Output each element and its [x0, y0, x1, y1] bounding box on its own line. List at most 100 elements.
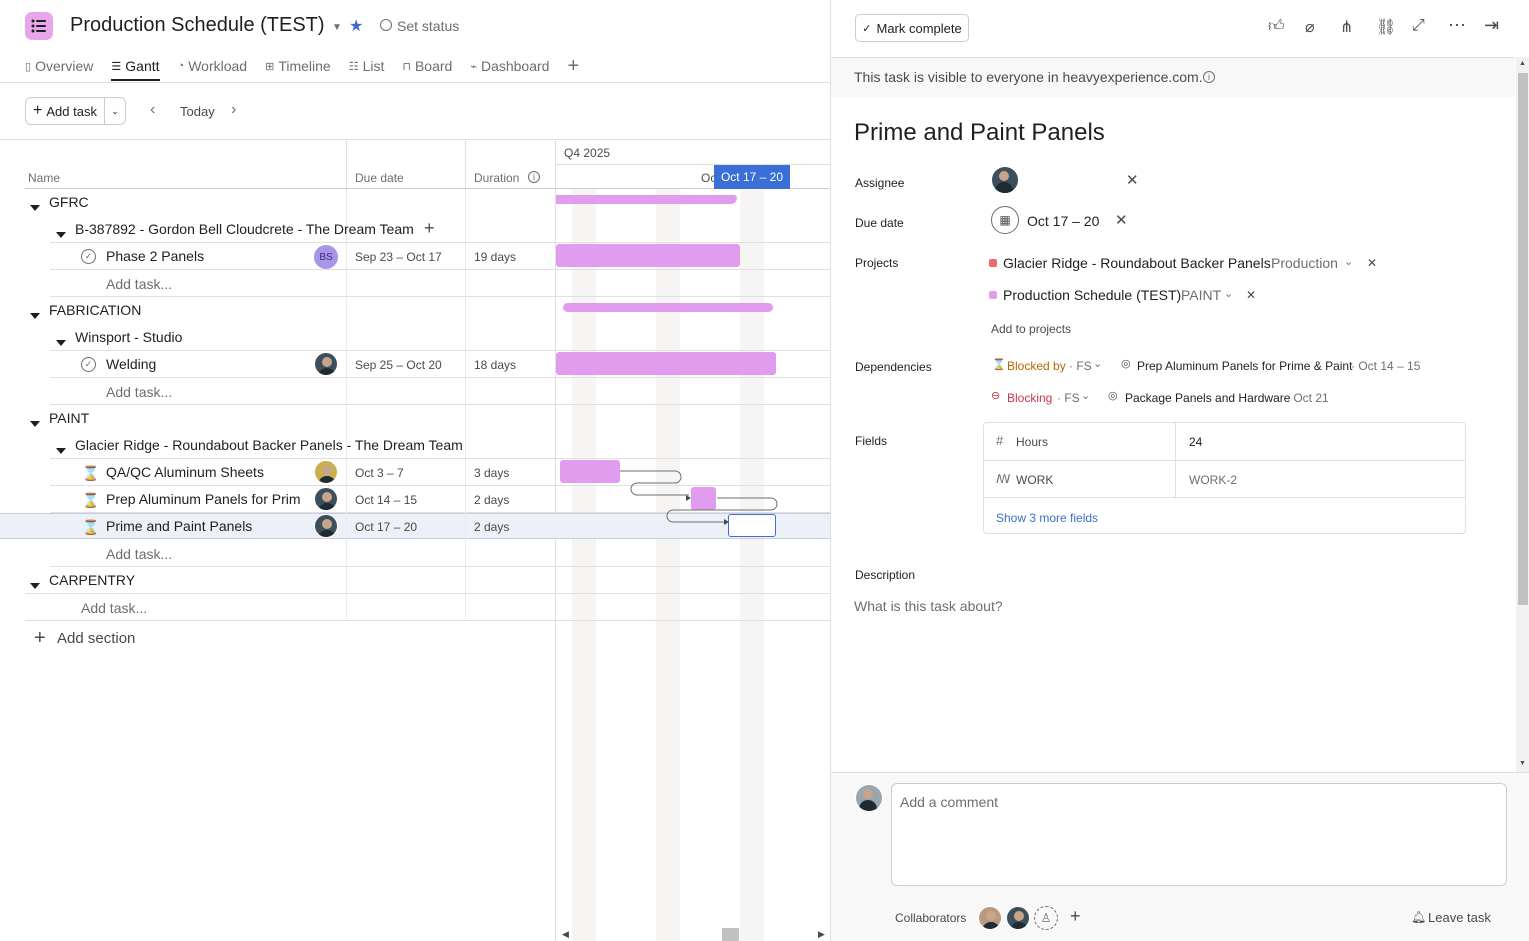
section-header[interactable]: PAINT: [49, 410, 89, 426]
remove-assignee-icon[interactable]: ✕: [1126, 171, 1139, 189]
assignee-avatar[interactable]: [991, 166, 1019, 194]
assignee-avatar[interactable]: [314, 487, 338, 511]
project-list-icon[interactable]: [25, 12, 53, 40]
set-status-button[interactable]: Set status: [397, 18, 459, 34]
blocking-label[interactable]: Blocking: [1007, 391, 1052, 405]
section-summary-bar[interactable]: [556, 195, 737, 204]
hourglass-icon[interactable]: ⌛: [82, 465, 99, 482]
add-task-row[interactable]: Add task...: [106, 276, 172, 292]
section-toggle-icon[interactable]: [30, 198, 40, 214]
chevron-down-icon[interactable]: ⌄: [1224, 287, 1233, 300]
task-due[interactable]: Sep 23 – Oct 17: [355, 250, 442, 264]
task-title[interactable]: Prime and Paint Panels: [854, 119, 1105, 147]
add-subtask-icon[interactable]: +: [424, 218, 435, 239]
task-name[interactable]: Prep Aluminum Panels for Prime: [106, 491, 300, 507]
hourglass-icon[interactable]: ⌛: [82, 492, 99, 509]
section-header[interactable]: CARPENTRY: [49, 572, 135, 588]
task-duration[interactable]: 3 days: [474, 466, 509, 480]
project-section-select[interactable]: PAINT: [1181, 287, 1221, 303]
collaborator-avatar[interactable]: [978, 906, 1002, 930]
group-toggle-icon[interactable]: [56, 333, 66, 349]
task-name[interactable]: Phase 2 Panels: [106, 248, 204, 264]
blocked-by-label[interactable]: Blocked by: [1007, 359, 1066, 373]
assignee-avatar[interactable]: BS: [314, 245, 338, 269]
task-duration[interactable]: 18 days: [474, 358, 516, 372]
remove-project-icon[interactable]: ✕: [1367, 256, 1377, 270]
remove-project-icon[interactable]: ✕: [1246, 288, 1256, 302]
group-header[interactable]: Winsport - Studio: [75, 329, 182, 345]
tab-overview[interactable]: ▯ Overview: [25, 52, 93, 80]
tab-dashboard[interactable]: ⌁ Dashboard: [470, 52, 549, 80]
chevron-down-icon[interactable]: ▼: [332, 22, 342, 33]
today-button[interactable]: Today: [180, 104, 215, 119]
dependency-type[interactable]: · FS: [1069, 359, 1092, 373]
task-due[interactable]: Oct 14 – 15: [355, 493, 417, 507]
task-duration[interactable]: 19 days: [474, 250, 516, 264]
due-date-value[interactable]: Oct 17 – 20: [1027, 213, 1099, 229]
add-task-row[interactable]: Add task...: [106, 546, 172, 562]
section-toggle-icon[interactable]: [30, 306, 40, 322]
task-due[interactable]: Sep 25 – Oct 20: [355, 358, 442, 372]
task-duration[interactable]: 2 days: [474, 520, 509, 534]
mark-complete-button[interactable]: ✓ Mark complete: [855, 14, 969, 42]
tab-list[interactable]: ☷ List: [349, 52, 385, 80]
plus-icon[interactable]: +: [1070, 906, 1081, 927]
task-duration[interactable]: 2 days: [474, 493, 509, 507]
info-icon[interactable]: i: [1203, 71, 1215, 83]
section-toggle-icon[interactable]: [30, 414, 40, 430]
description-input[interactable]: What is this task about?: [854, 598, 1003, 614]
assignee-avatar[interactable]: [314, 514, 338, 538]
task-due[interactable]: Oct 17 – 20: [355, 520, 417, 534]
task-bar[interactable]: [556, 244, 740, 267]
tab-board[interactable]: ⊓ Board: [402, 52, 452, 80]
group-toggle-icon[interactable]: [56, 225, 66, 241]
chevron-down-icon[interactable]: ⌄: [1093, 357, 1102, 370]
check-circle-icon[interactable]: ✓: [81, 357, 96, 372]
add-task-row[interactable]: Add task...: [106, 384, 172, 400]
show-more-fields-link[interactable]: Show 3 more fields: [996, 511, 1098, 525]
close-pane-icon[interactable]: ⇥: [1484, 15, 1499, 36]
project-section-select[interactable]: Production: [1271, 255, 1338, 271]
task-name[interactable]: Welding: [106, 356, 156, 372]
project-name[interactable]: Glacier Ridge - Roundabout Backer Panels: [1003, 255, 1271, 271]
add-to-projects-link[interactable]: Add to projects: [991, 322, 1071, 336]
column-name-header[interactable]: Name: [28, 171, 60, 185]
blocking-task[interactable]: Package Panels and Hardware: [1125, 391, 1290, 405]
scroll-down-icon[interactable]: ▼: [1519, 760, 1526, 767]
vertical-scrollbar-thumb[interactable]: [1518, 73, 1528, 605]
add-tab-icon[interactable]: +: [567, 52, 579, 80]
section-summary-bar[interactable]: [563, 303, 773, 312]
group-header[interactable]: Glacier Ridge - Roundabout Backer Panels…: [75, 437, 463, 453]
section-header[interactable]: FABRICATION: [49, 302, 141, 318]
assignee-avatar[interactable]: [314, 352, 338, 376]
hourglass-icon[interactable]: ⌛: [82, 519, 99, 536]
add-collaborator-icon[interactable]: ♙: [1034, 906, 1058, 930]
subtask-icon[interactable]: ⋔: [1340, 17, 1353, 37]
section-toggle-icon[interactable]: [30, 576, 40, 592]
plus-icon[interactable]: +: [34, 627, 46, 650]
tab-workload[interactable]: ◔ Workload: [178, 52, 248, 80]
field-value[interactable]: 24: [1189, 435, 1202, 449]
add-task-button[interactable]: + Add task: [25, 97, 105, 125]
blocked-by-task[interactable]: Prep Aluminum Panels for Prime & Paint: [1137, 359, 1352, 373]
collaborator-avatar[interactable]: [1006, 906, 1030, 930]
group-header[interactable]: B-387892 - Gordon Bell Cloudcrete - The …: [75, 221, 414, 237]
project-name[interactable]: Production Schedule (TEST): [1003, 287, 1181, 303]
task-name[interactable]: QA/QC Aluminum Sheets: [106, 464, 306, 480]
scroll-left-icon[interactable]: ◀: [562, 929, 569, 940]
column-due-header[interactable]: Due date: [355, 171, 404, 185]
check-circle-icon[interactable]: ✓: [81, 249, 96, 264]
link-icon[interactable]: ⛓: [1376, 17, 1396, 37]
prev-arrow-icon[interactable]: ‹: [150, 101, 155, 119]
project-title[interactable]: Production Schedule (TEST): [70, 14, 325, 37]
remove-due-date-icon[interactable]: ✕: [1115, 211, 1128, 229]
task-bar[interactable]: [556, 352, 776, 375]
add-task-dropdown[interactable]: ⌄: [104, 97, 126, 125]
scroll-up-icon[interactable]: ▲: [1519, 60, 1526, 67]
add-section-button[interactable]: Add section: [57, 630, 135, 647]
calendar-icon[interactable]: ▦: [991, 206, 1019, 234]
star-icon[interactable]: ★: [349, 16, 363, 36]
task-due[interactable]: Oct 3 – 7: [355, 466, 404, 480]
add-task-row[interactable]: Add task...: [81, 600, 147, 616]
next-arrow-icon[interactable]: ›: [231, 101, 236, 119]
